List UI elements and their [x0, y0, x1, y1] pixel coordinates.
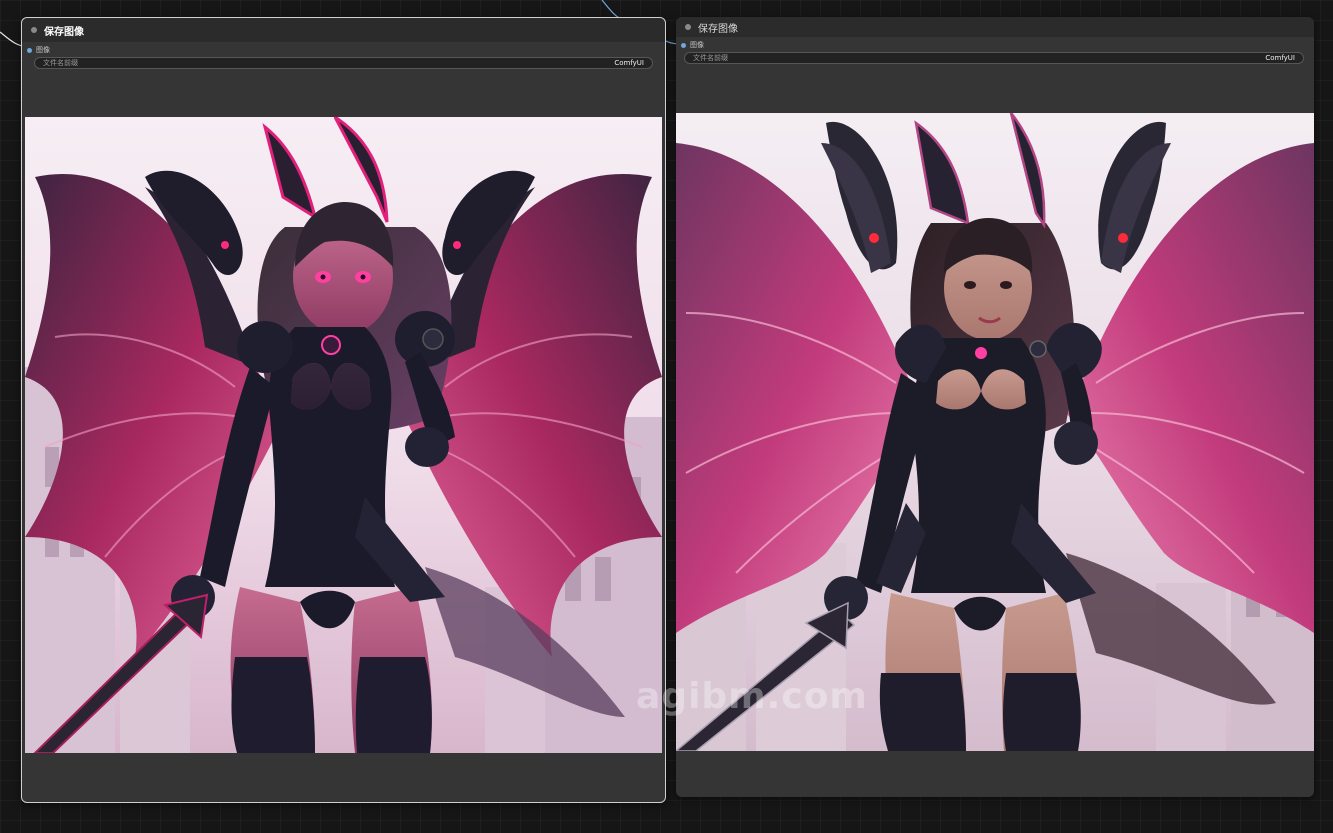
node-header[interactable]: 保存图像	[22, 18, 665, 42]
node-header[interactable]: 保存图像	[676, 17, 1314, 37]
watermark: agibm.com	[636, 676, 868, 717]
collapse-dot-icon[interactable]	[685, 24, 691, 30]
input-slot-images[interactable]: 图像	[22, 44, 665, 56]
collapse-dot-icon[interactable]	[31, 27, 37, 33]
filename-prefix-value: ComfyUI	[614, 59, 644, 67]
input-slot-label: 图像	[690, 41, 704, 49]
node-title: 保存图像	[44, 26, 84, 38]
realistic-warrior-image	[676, 113, 1314, 751]
input-slot-dot-icon[interactable]	[681, 42, 686, 48]
filename-prefix-widget[interactable]: 文件名前缀 ComfyUI	[684, 52, 1304, 64]
anime-warrior-image	[25, 117, 662, 753]
filename-prefix-value: ComfyUI	[1265, 54, 1295, 62]
filename-prefix-widget[interactable]: 文件名前缀 ComfyUI	[34, 57, 653, 69]
filename-prefix-label: 文件名前缀	[693, 54, 728, 62]
input-slot-label: 图像	[36, 46, 50, 54]
image-preview-anime[interactable]	[25, 117, 662, 753]
save-image-node-1[interactable]: 保存图像 图像 文件名前缀 ComfyUI	[21, 17, 666, 803]
filename-prefix-label: 文件名前缀	[43, 59, 78, 67]
input-slot-images[interactable]: 图像	[676, 39, 1314, 51]
node-title: 保存图像	[698, 23, 738, 35]
input-slot-dot-icon[interactable]	[27, 47, 32, 53]
image-preview-realistic[interactable]	[676, 113, 1314, 751]
